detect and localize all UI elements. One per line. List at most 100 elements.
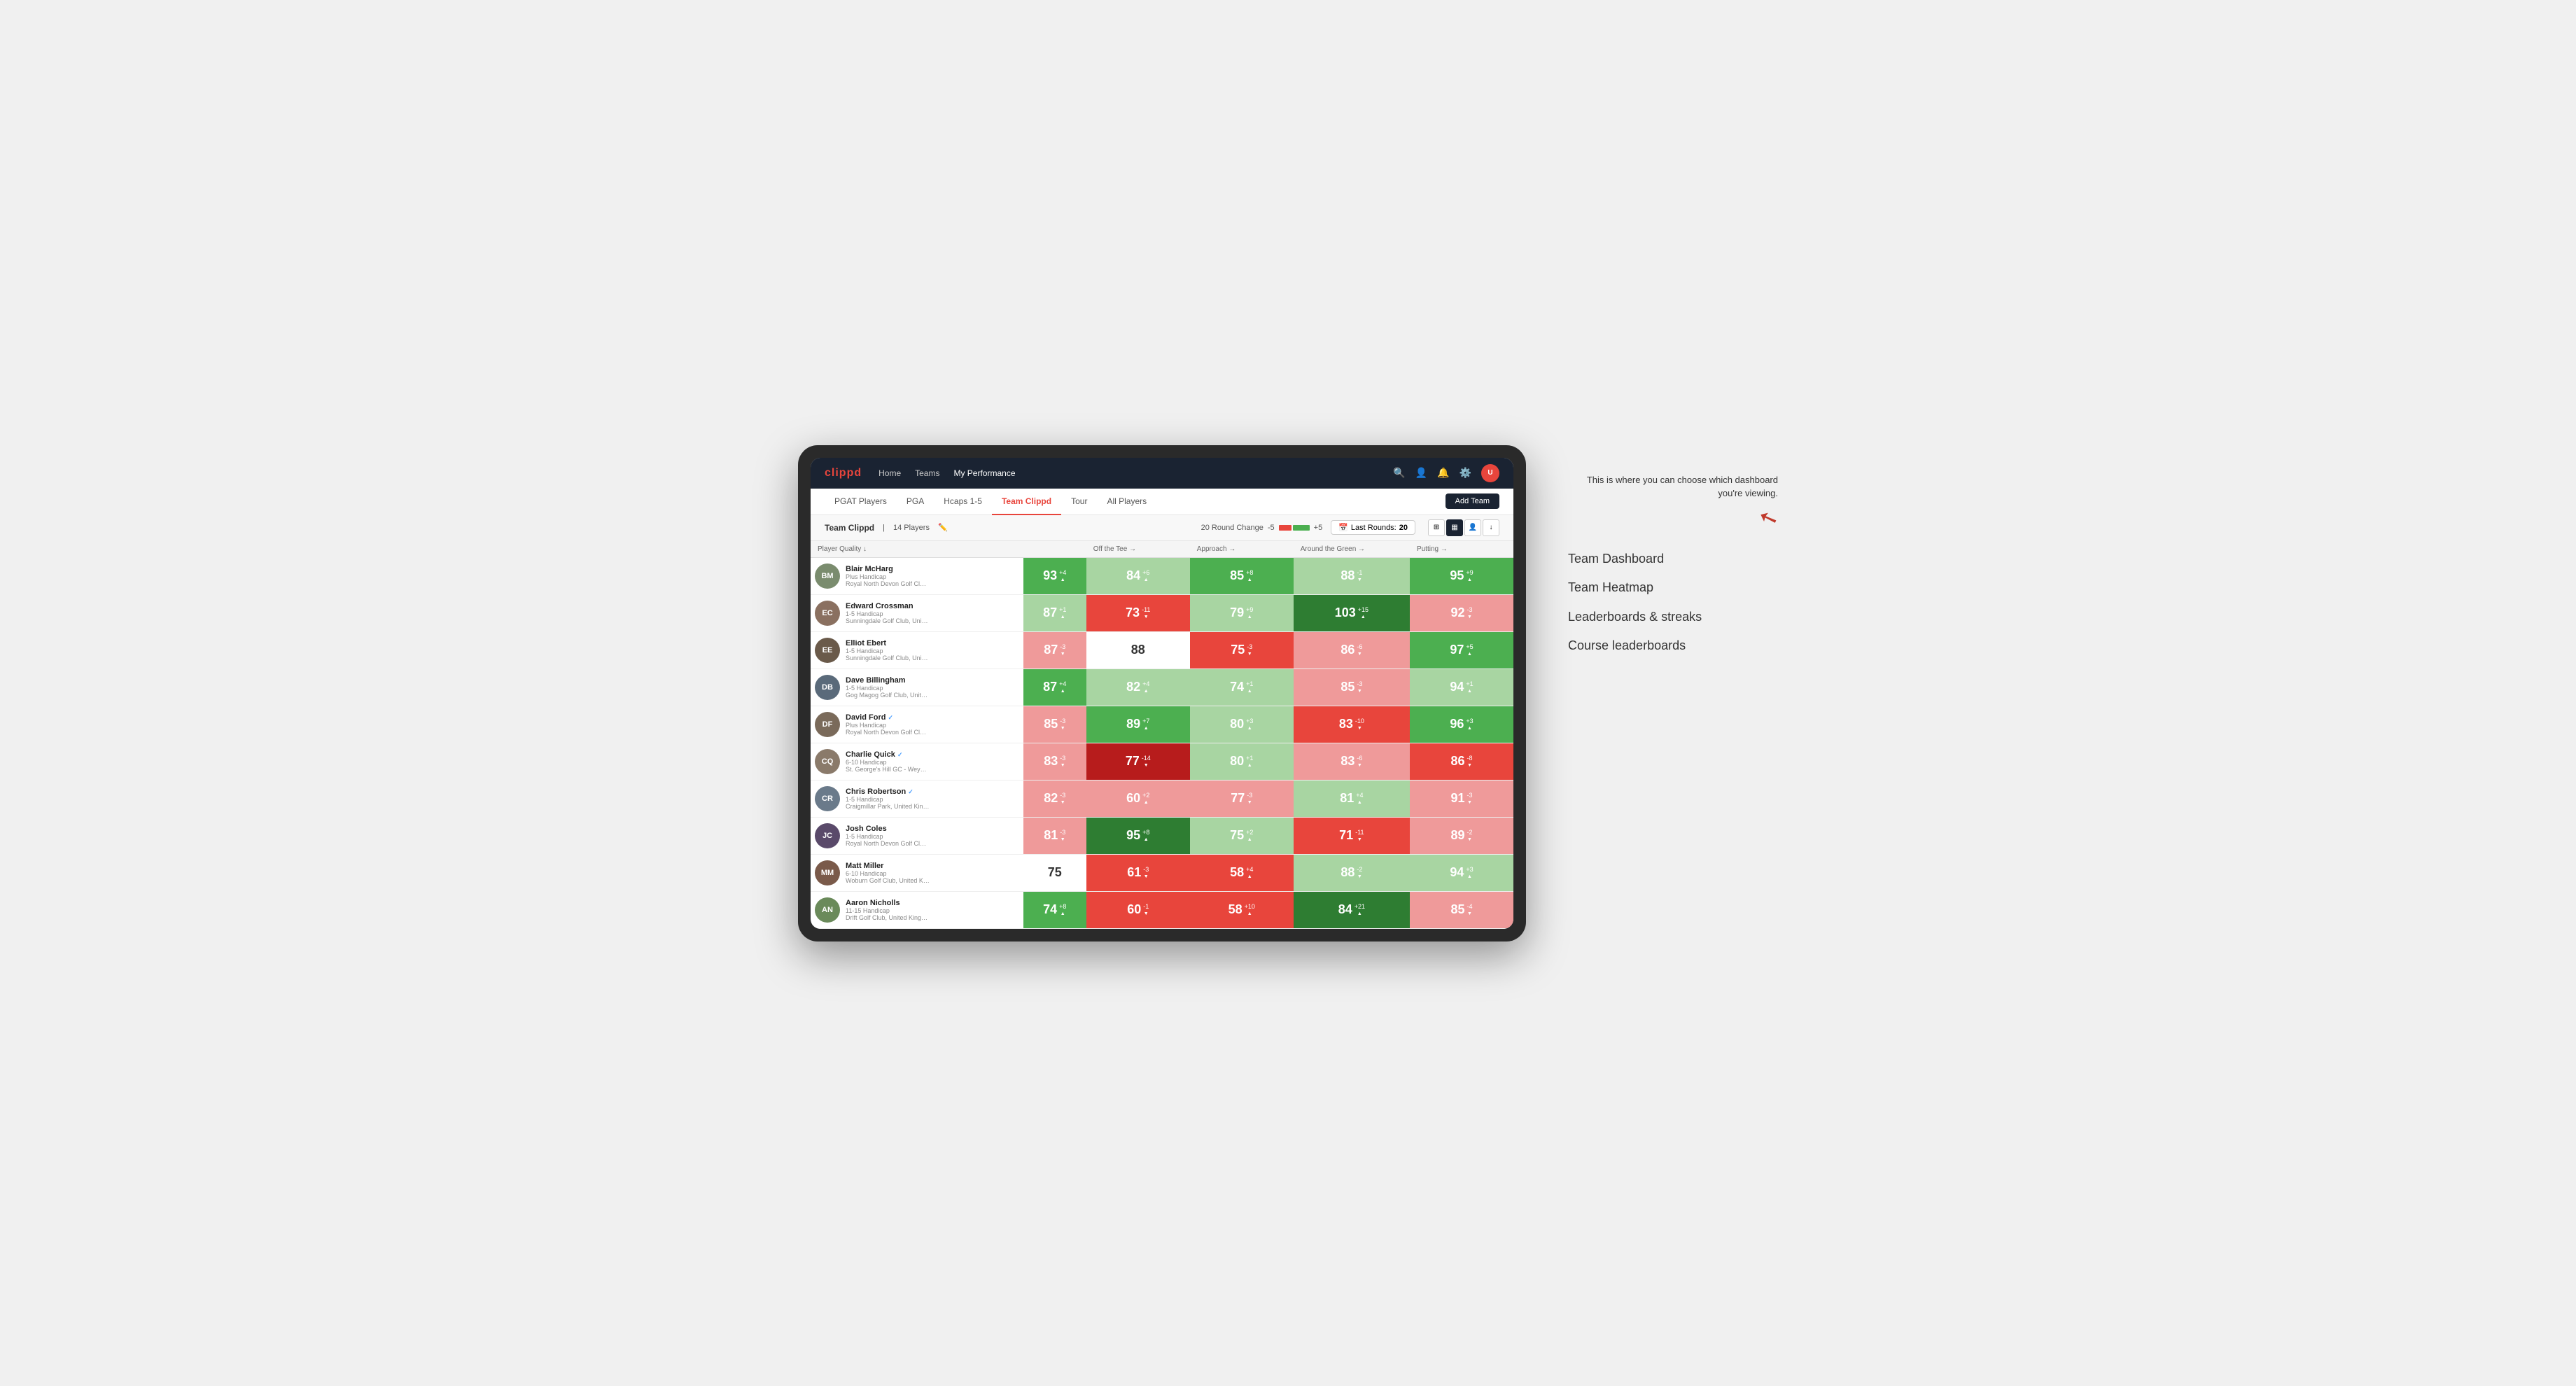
heatmap-view-button[interactable]: ▦ — [1446, 519, 1463, 536]
score-approach-7: 75 +2 — [1190, 817, 1294, 854]
score-approach-5: 80 +1 — [1190, 743, 1294, 780]
score-off_tee-2: 88 — [1086, 631, 1190, 668]
score-off_tee-1: 73 -11 — [1086, 594, 1190, 631]
user-avatar[interactable]: U — [1481, 464, 1499, 482]
edit-icon[interactable]: ✏️ — [938, 523, 948, 532]
player-name: Josh Coles — [846, 825, 930, 833]
table-row[interactable]: MM Matt Miller 6-10 Handicap Woburn Golf… — [811, 854, 1513, 891]
col-header-around-green: Around the Green → — [1294, 541, 1410, 558]
score-putting-7: 89 -2 — [1410, 817, 1513, 854]
grid-view-button[interactable]: ⊞ — [1428, 519, 1445, 536]
player-handicap: 1-5 Handicap — [846, 833, 930, 840]
col-header-off-tee: Off the Tee → — [1086, 541, 1190, 558]
last-rounds-button[interactable]: 📅 Last Rounds: 20 — [1331, 520, 1415, 535]
tab-team-clippd[interactable]: Team Clippd — [992, 489, 1061, 515]
player-name: Edward Crossman — [846, 602, 930, 610]
player-avatar: MM — [815, 860, 840, 886]
annotation-item-3: Course leaderboards — [1568, 638, 1778, 654]
team-name: Team Clippd — [825, 523, 874, 533]
table-row[interactable]: DB Dave Billingham 1-5 Handicap Gog Mago… — [811, 668, 1513, 706]
last-rounds-label: Last Rounds: — [1351, 524, 1396, 532]
player-club: Craigmillar Park, United Kingdom — [846, 803, 930, 810]
tab-hcaps[interactable]: Hcaps 1-5 — [934, 489, 992, 515]
player-name: Elliot Ebert — [846, 639, 930, 648]
player-table: Player Quality ↓ Off the Tee → Approach … — [811, 541, 1513, 929]
player-club: Royal North Devon Golf Club, United King… — [846, 580, 930, 587]
tab-all-players[interactable]: All Players — [1097, 489, 1156, 515]
nav-home[interactable]: Home — [878, 468, 901, 478]
player-cell-3: DB Dave Billingham 1-5 Handicap Gog Mago… — [811, 668, 1086, 706]
annotation-panel: This is where you can choose which dashb… — [1568, 445, 1778, 654]
table-row[interactable]: CR Chris Robertson ✓ 1-5 Handicap Craigm… — [811, 780, 1513, 817]
bell-icon[interactable]: 🔔 — [1437, 467, 1449, 479]
quality-score: 81 -3 — [1023, 818, 1086, 854]
annotation-description: This is where you can choose which dashb… — [1568, 473, 1778, 531]
nav-right-icons: 🔍 👤 🔔 ⚙️ U — [1393, 464, 1499, 482]
player-handicap: 11-15 Handicap — [846, 907, 930, 914]
player-handicap: 6-10 Handicap — [846, 759, 930, 766]
table-row[interactable]: CQ Charlie Quick ✓ 6-10 Handicap St. Geo… — [811, 743, 1513, 780]
player-club: Sunningdale Golf Club, United Kingdom — [846, 654, 930, 662]
view-toggle: ⊞ ▦ 👤 ↓ — [1428, 519, 1499, 536]
add-team-button[interactable]: Add Team — [1446, 493, 1499, 509]
score-putting-9: 85 -4 — [1410, 891, 1513, 928]
score-off_tee-8: 61 -3 — [1086, 854, 1190, 891]
player-handicap: 1-5 Handicap — [846, 685, 930, 692]
player-cell-1: EC Edward Crossman 1-5 Handicap Sunningd… — [811, 594, 1086, 631]
score-around_green-2: 86 -6 — [1294, 631, 1410, 668]
player-club: Sunningdale Golf Club, United Kingdom — [846, 617, 930, 624]
score-putting-8: 94 +3 — [1410, 854, 1513, 891]
annotation-list: Team Dashboard Team Heatmap Leaderboards… — [1568, 551, 1778, 654]
search-icon[interactable]: 🔍 — [1393, 467, 1405, 479]
player-name: David Ford ✓ — [846, 713, 930, 722]
player-handicap: Plus Handicap — [846, 722, 930, 729]
quality-score: 87 +1 — [1023, 595, 1086, 631]
green-bar — [1293, 525, 1310, 531]
player-handicap: 1-5 Handicap — [846, 796, 930, 803]
player-avatar: BM — [815, 564, 840, 589]
round-change-area: 20 Round Change -5 +5 — [1201, 524, 1323, 532]
annotation-item-1: Team Heatmap — [1568, 580, 1778, 596]
table-row[interactable]: EE Elliot Ebert 1-5 Handicap Sunningdale… — [811, 631, 1513, 668]
table-row[interactable]: JC Josh Coles 1-5 Handicap Royal North D… — [811, 817, 1513, 854]
tab-tour[interactable]: Tour — [1061, 489, 1097, 515]
player-avatar: CQ — [815, 749, 840, 774]
player-club: Woburn Golf Club, United Kingdom — [846, 877, 930, 884]
tab-pgat-players[interactable]: PGAT Players — [825, 489, 897, 515]
player-cell-6: CR Chris Robertson ✓ 1-5 Handicap Craigm… — [811, 780, 1086, 817]
toolbar: Team Clippd | 14 Players ✏️ 20 Round Cha… — [811, 515, 1513, 541]
table-row[interactable]: DF David Ford ✓ Plus Handicap Royal Nort… — [811, 706, 1513, 743]
plus-label: +5 — [1314, 524, 1323, 532]
nav-my-performance[interactable]: My Performance — [953, 468, 1015, 478]
top-navigation: clippd Home Teams My Performance 🔍 👤 🔔 ⚙… — [811, 458, 1513, 489]
quality-score: 74 +8 — [1023, 892, 1086, 928]
quality-score: 82 -3 — [1023, 780, 1086, 817]
download-button[interactable]: ↓ — [1483, 519, 1499, 536]
player-name: Dave Billingham — [846, 676, 930, 685]
score-off_tee-4: 89 +7 — [1086, 706, 1190, 743]
score-approach-4: 80 +3 — [1190, 706, 1294, 743]
tab-pga[interactable]: PGA — [897, 489, 934, 515]
player-handicap: 1-5 Handicap — [846, 610, 930, 617]
score-around_green-5: 83 -6 — [1294, 743, 1410, 780]
user-icon[interactable]: 👤 — [1415, 467, 1427, 479]
annotation-item-0: Team Dashboard — [1568, 551, 1778, 567]
settings-icon[interactable]: ⚙️ — [1460, 467, 1471, 479]
round-change-label: 20 Round Change — [1201, 524, 1264, 532]
tablet-device: clippd Home Teams My Performance 🔍 👤 🔔 ⚙… — [798, 445, 1526, 941]
player-avatar: DF — [815, 712, 840, 737]
tablet-screen: clippd Home Teams My Performance 🔍 👤 🔔 ⚙… — [811, 458, 1513, 929]
player-avatar: CR — [815, 786, 840, 811]
nav-teams[interactable]: Teams — [915, 468, 939, 478]
score-around_green-4: 83 -10 — [1294, 706, 1410, 743]
table-row[interactable]: BM Blair McHarg Plus Handicap Royal Nort… — [811, 557, 1513, 594]
table-row[interactable]: AN Aaron Nicholls 11-15 Handicap Drift G… — [811, 891, 1513, 928]
player-cell-0: BM Blair McHarg Plus Handicap Royal Nort… — [811, 557, 1086, 594]
list-view-button[interactable]: 👤 — [1464, 519, 1481, 536]
player-name: Matt Miller — [846, 862, 930, 870]
table-row[interactable]: EC Edward Crossman 1-5 Handicap Sunningd… — [811, 594, 1513, 631]
score-off_tee-5: 77 -14 — [1086, 743, 1190, 780]
player-club: Drift Golf Club, United Kingdom — [846, 914, 930, 921]
col-header-approach: Approach → — [1190, 541, 1294, 558]
player-name: Charlie Quick ✓ — [846, 750, 930, 759]
